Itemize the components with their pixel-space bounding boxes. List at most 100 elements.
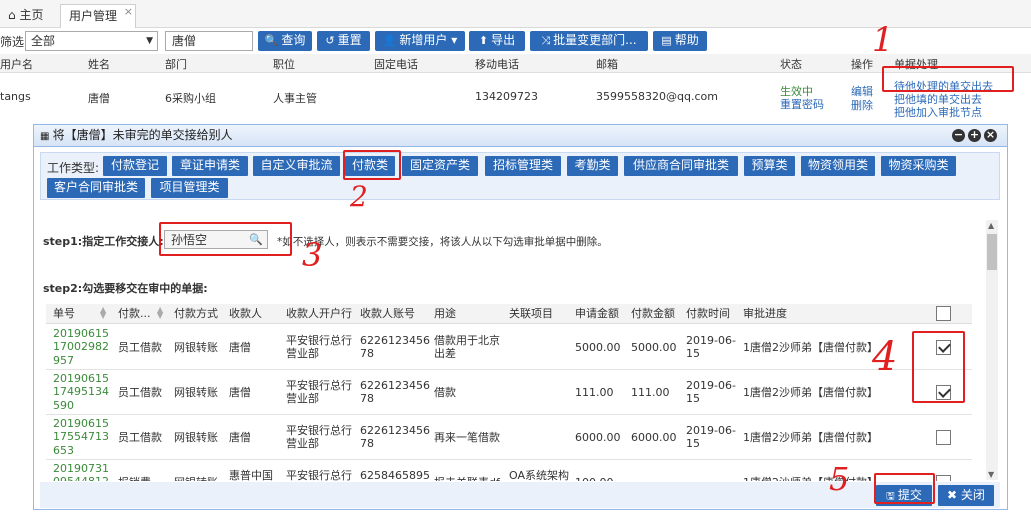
type-button[interactable]: 招标管理类 — [485, 156, 561, 176]
type-button[interactable]: 客户合同审批类 — [47, 178, 145, 198]
search-input-value: 唐僧 — [172, 34, 197, 48]
grid-icon: ▦ — [40, 131, 53, 142]
batch-change-dept-button-label: 批量变更部门... — [553, 33, 637, 47]
scroll-up-icon[interactable]: ▲ — [988, 221, 994, 230]
type-button[interactable]: 考勤类 — [567, 156, 618, 176]
col-project: 关联项目 — [509, 307, 553, 320]
type-button[interactable]: 供应商合同审批类 — [624, 156, 738, 176]
doc-no[interactable]: 17002982 — [53, 340, 109, 354]
doc-method: 网银转账 — [174, 431, 218, 444]
col-account: 收款人账号 — [360, 307, 415, 320]
doc-progress: 1唐僧2沙师弟【唐僧付款】 — [743, 431, 878, 444]
filter-select[interactable]: 全部 ▼ — [25, 31, 158, 51]
add-user-button-label: 新增用户 ▾ — [399, 33, 458, 47]
scroll-down-icon[interactable]: ▼ — [988, 470, 994, 479]
scrollbar[interactable]: ▲ ▼ — [986, 220, 998, 480]
delete-link[interactable]: 删除 — [851, 97, 873, 113]
highlight-assignee — [159, 222, 292, 256]
tab-user-management-label: 用户管理 — [69, 9, 118, 23]
help-button[interactable]: ▤ 帮助 — [653, 31, 707, 51]
scrollbar-thumb[interactable] — [987, 234, 997, 270]
doc-purpose: 借款用于北京 — [434, 334, 500, 347]
doc-bank: 营业部 — [286, 392, 319, 405]
help-button-label: 帮助 — [674, 33, 699, 47]
col-pay-time: 付款时间 — [686, 307, 730, 320]
highlight-payment-type — [343, 150, 401, 180]
query-button[interactable]: 🔍 查询 — [258, 31, 312, 51]
export-button[interactable]: ⬆ 导出 — [469, 31, 525, 51]
tab-home-label: 主页 — [19, 8, 44, 22]
batch-change-dept-button[interactable]: ⤨ 批量变更部门... — [530, 31, 648, 51]
row-checkbox[interactable] — [936, 430, 951, 445]
doc-pay-amt: 6000.00 — [631, 431, 677, 444]
reset-password-link[interactable]: 重置密码 — [780, 96, 824, 112]
doc-progress: 1唐僧2沙师弟【唐僧付款】 — [743, 386, 878, 399]
work-type-area: 工作类型: 付款登记 章证申请类 自定义审批流 付款类 固定资产类 招标管理类 … — [40, 152, 1000, 200]
doc-pay-time: 15 — [686, 392, 700, 405]
type-button[interactable]: 物资采购类 — [881, 156, 956, 176]
doc-pay-time: 15 — [686, 347, 700, 360]
type-button[interactable]: 固定资产类 — [402, 156, 478, 176]
reset-button[interactable]: ↺ 重置 — [317, 31, 370, 51]
doc-no[interactable]: 17554713 — [53, 430, 109, 444]
tab-user-management[interactable]: 用户管理 × — [60, 4, 136, 28]
user-icon: 👤 — [382, 34, 397, 47]
add-user-button[interactable]: 👤 新增用户 ▾ — [375, 31, 465, 51]
export-button-label: 导出 — [491, 33, 516, 47]
doc-no[interactable]: 20190615 — [53, 327, 109, 341]
doc-payee: 唐僧 — [229, 386, 251, 399]
type-button[interactable]: 预算类 — [744, 156, 795, 176]
close-icon[interactable]: × — [984, 129, 997, 142]
doc-pay-time: 2019-06- — [686, 379, 736, 392]
col-ftype: 付款... — [118, 307, 151, 320]
annotation-number: 4 — [872, 334, 898, 380]
sort-icon[interactable]: ▲ ▼ — [157, 306, 163, 320]
highlight-checkboxes — [912, 331, 965, 403]
type-button[interactable]: 自定义审批流 — [253, 156, 340, 176]
doc-payee: 唐僧 — [229, 431, 251, 444]
sort-icon[interactable]: ▲ ▼ — [100, 306, 106, 320]
book-icon: ▤ — [661, 34, 672, 47]
arrow-up-icon: ⬆ — [478, 34, 489, 47]
user-username: tangs — [0, 90, 31, 103]
type-button[interactable]: 付款登记 — [103, 156, 167, 176]
doc-pay-amt: 111.00 — [631, 386, 670, 399]
dialog-title: 将【唐僧】未审完的单交接给别人 — [52, 128, 233, 142]
user-dept: 6采购小组 — [165, 92, 216, 105]
type-button[interactable]: 物资领用类 — [801, 156, 875, 176]
doc-no[interactable]: 590 — [53, 399, 74, 413]
col-dept: 部门 — [165, 58, 187, 71]
add-to-approval-link[interactable]: 把他加入审批节点 — [894, 104, 982, 120]
doc-req-amt: 6000.00 — [575, 431, 621, 444]
tab-home[interactable]: ⌂ 主页 — [0, 4, 56, 28]
step1-hint: *如不选择人，则表示不需要交接，将该人从以下勾选审批单据中删除。 — [277, 236, 608, 248]
doc-bank: 营业部 — [286, 437, 319, 450]
step1-label: step1:指定工作交接人: — [43, 235, 164, 248]
maximize-icon[interactable]: + — [968, 129, 981, 142]
close-button[interactable]: ✖ 关闭 — [938, 485, 994, 506]
doc-no[interactable]: 20190615 — [53, 417, 109, 431]
highlight-submit — [874, 473, 935, 504]
select-all-checkbox[interactable] — [936, 306, 951, 321]
close-tab-icon[interactable]: × — [124, 0, 133, 23]
minimize-icon[interactable]: − — [952, 129, 965, 142]
doc-table-header: 单号 ▲ ▼ 付款... ▲ ▼ 付款方式 收款人 收款人开户行 收款人账号 用途 … — [46, 304, 972, 324]
doc-no[interactable]: 20190615 — [53, 372, 109, 386]
doc-no[interactable]: 653 — [53, 444, 74, 458]
type-button[interactable]: 章证申请类 — [172, 156, 248, 176]
doc-payee: 唐僧 — [229, 341, 251, 354]
search-input[interactable]: 唐僧 — [165, 31, 253, 51]
col-status: 状态 — [780, 58, 802, 71]
doc-bank: 平安银行总行 — [286, 334, 352, 347]
doc-no[interactable]: 957 — [53, 354, 74, 368]
home-icon: ⌂ — [8, 8, 20, 22]
col-position: 职位 — [273, 58, 295, 71]
work-type-label: 工作类型: — [47, 161, 100, 175]
row-divider — [46, 414, 972, 415]
col-no: 单号 — [53, 307, 75, 320]
doc-no[interactable]: 20190731 — [53, 462, 109, 476]
filter-label: 筛选: — [0, 35, 29, 49]
col-progress: 审批进度 — [743, 307, 787, 320]
doc-no[interactable]: 17495134 — [53, 385, 109, 399]
type-button[interactable]: 项目管理类 — [151, 178, 228, 198]
